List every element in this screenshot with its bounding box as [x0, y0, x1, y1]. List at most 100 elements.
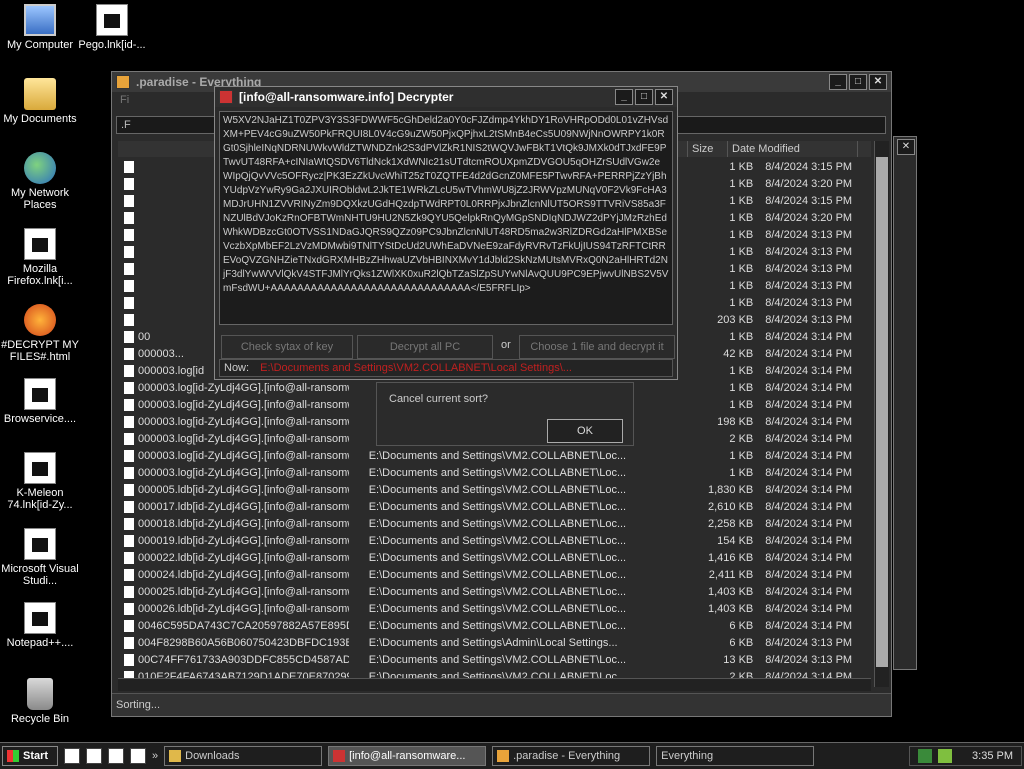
file-icon — [124, 347, 134, 360]
table-row[interactable]: 000025.ldb[id-ZyLdj4GG].[info@all-ransom… — [118, 583, 871, 600]
quick-launch-more-button[interactable]: » — [152, 750, 158, 762]
file-icon — [124, 398, 134, 411]
table-row[interactable]: 000005.ldb[id-ZyLdj4GG].[info@all-ransom… — [118, 481, 871, 498]
title-bar[interactable]: [info@all-ransomware.info] Decrypter _ □… — [215, 87, 677, 107]
file-size: 2,610 KB — [707, 500, 754, 513]
file-name: 00C74FF761733A903DDFC855CD4587ADDA... — [138, 653, 349, 666]
table-row[interactable]: 0046C595DA743C7CA20597882A57E895DF4... E:… — [118, 617, 871, 634]
task-paradise-everything[interactable]: .paradise - Everything — [492, 746, 651, 766]
file-size: 2,258 KB — [707, 517, 754, 530]
menu-file[interactable]: Fi — [120, 94, 129, 106]
maximize-button[interactable]: □ — [849, 74, 867, 90]
file-date: 8/4/2024 3:13 PM — [765, 262, 853, 275]
desktop-icon-recycle-bin[interactable]: Recycle Bin — [0, 678, 80, 725]
file-icon — [124, 211, 134, 224]
ok-button[interactable]: OK — [547, 419, 623, 443]
file-size: 1 KB — [729, 177, 754, 190]
task-everything[interactable]: Everything — [656, 746, 815, 766]
network-tray-icon[interactable] — [918, 749, 933, 763]
file-size: 6 KB — [729, 636, 754, 649]
table-row[interactable]: 000022.ldb[id-ZyLdj4GG].[info@all-ransom… — [118, 549, 871, 566]
decrypt-all-button[interactable]: Decrypt all PC — [357, 335, 493, 359]
file-size: 1 KB — [729, 398, 754, 411]
desktop-icon-network[interactable]: My Network Places — [0, 152, 80, 211]
close-button[interactable]: ✕ — [655, 89, 673, 105]
background-window[interactable]: ✕ — [893, 136, 917, 670]
recycle-bin-icon — [27, 678, 53, 710]
desktop-icon-browservice[interactable]: Browservice.... — [0, 378, 80, 425]
column-size[interactable]: Size — [688, 141, 728, 157]
desktop-icon-label: Mozilla Firefox.lnk[i... — [7, 263, 73, 287]
file-name: 000003.log[id-ZyLdj4GG].[info@all-ransom… — [138, 398, 349, 411]
start-button[interactable]: Start — [2, 746, 58, 766]
choose-file-button[interactable]: Choose 1 file and decrypt it — [519, 335, 675, 359]
scroll-thumb[interactable] — [876, 157, 888, 667]
decrypter-window[interactable]: [info@all-ransomware.info] Decrypter _ □… — [214, 86, 678, 380]
table-row[interactable]: 000026.ldb[id-ZyLdj4GG].[info@all-ransom… — [118, 600, 871, 617]
check-syntax-button[interactable]: Check sytax of key — [221, 335, 353, 359]
close-button[interactable]: ✕ — [869, 74, 887, 90]
desktop-icon-pego[interactable]: Pego.lnk[id-... — [72, 4, 152, 51]
task-label: [info@all-ransomware... — [349, 750, 466, 762]
file-path: E:\Documents and Settings\VM2.COLLABNET\… — [368, 551, 627, 564]
file-path: E:\Documents and Settings\VM2.COLLABNET\… — [368, 449, 627, 462]
table-row[interactable]: 000024.ldb[id-ZyLdj4GG].[info@all-ransom… — [118, 566, 871, 583]
table-row[interactable]: 000019.ldb[id-ZyLdj4GG].[info@all-ransom… — [118, 532, 871, 549]
file-date: 8/4/2024 3:13 PM — [765, 245, 853, 258]
horizontal-scrollbar[interactable] — [118, 678, 871, 691]
file-size: 6 KB — [729, 619, 754, 632]
windows-logo-icon — [7, 750, 19, 762]
app-icon — [116, 75, 130, 89]
table-row[interactable]: 000003.log[id-ZyLdj4GG].[info@all-ransom… — [118, 447, 871, 464]
file-date: 8/4/2024 3:14 PM — [765, 466, 853, 479]
file-name-cell: 000022.ldb[id-ZyLdj4GG].[info@all-ransom… — [118, 551, 349, 564]
vertical-scrollbar[interactable] — [874, 141, 889, 687]
desktop-icon-firefox-lnk[interactable]: Mozilla Firefox.lnk[i... — [0, 228, 80, 287]
cancel-sort-dialog[interactable]: Cancel current sort? OK — [376, 382, 634, 446]
file-date: 8/4/2024 3:14 PM — [765, 483, 853, 496]
desktop-icon-decrypt-note[interactable]: #DECRYPT MY FILES#.html — [0, 304, 80, 363]
desktop-icon-label: K-Meleon 74.lnk[id-Zy... — [7, 487, 73, 511]
quick-launch-icon[interactable] — [86, 748, 102, 764]
file-size: 2,411 KB — [708, 568, 754, 581]
file-path: E:\Documents and Settings\VM2.COLLABNET\… — [368, 568, 627, 581]
file-date: 8/4/2024 3:14 PM — [765, 500, 853, 513]
desktop-icon-notepadpp[interactable]: Notepad++.... — [0, 602, 80, 649]
table-row[interactable]: 000017.ldb[id-ZyLdj4GG].[info@all-ransom… — [118, 498, 871, 515]
file-name-cell: 000018.ldb[id-ZyLdj4GG].[info@all-ransom… — [118, 517, 349, 530]
desktop-icon-visual-studio[interactable]: Microsoft Visual Studi... — [0, 528, 80, 587]
file-icon — [124, 262, 134, 275]
key-textarea[interactable]: W5XV2NJaHZ1T0ZPV3Y3S3FDWWF5cGhDeld2a0Y0c… — [219, 111, 673, 325]
desktop-icon-my-computer[interactable]: My Computer — [0, 4, 80, 51]
file-size: 1 KB — [729, 211, 754, 224]
file-name: 000003.log[id-ZyLdj4GG].[info@all-ransom… — [138, 432, 349, 445]
table-row[interactable]: 000018.ldb[id-ZyLdj4GG].[info@all-ransom… — [118, 515, 871, 532]
file-date: 8/4/2024 3:14 PM — [765, 602, 853, 615]
quick-launch-icon[interactable] — [130, 748, 146, 764]
file-name-cell: 00C74FF761733A903DDFC855CD4587ADDA... — [118, 653, 349, 666]
tray-icon[interactable] — [938, 749, 953, 763]
computer-icon — [24, 4, 56, 36]
task-decrypter[interactable]: [info@all-ransomware... — [328, 746, 487, 766]
file-date: 8/4/2024 3:14 PM — [765, 364, 853, 377]
status-bar: Sorting... — [112, 693, 891, 716]
table-row[interactable]: 004F8298B60A56B060750423DBFDC193BE37... E… — [118, 634, 871, 651]
column-date-modified[interactable]: Date Modified — [728, 141, 858, 157]
table-row[interactable]: 00C74FF761733A903DDFC855CD4587ADDA... E:\… — [118, 651, 871, 668]
file-icon — [124, 245, 134, 258]
minimize-button[interactable]: _ — [615, 89, 633, 105]
task-downloads[interactable]: Downloads — [164, 746, 323, 766]
table-row[interactable]: 000003.log[id-ZyLdj4GG].[info@all-ransom… — [118, 464, 871, 481]
file-path: E:\Documents and Settings\VM2.COLLABNET\… — [368, 619, 627, 632]
close-button[interactable]: ✕ — [897, 139, 915, 155]
clock[interactable]: 3:35 PM — [972, 750, 1013, 762]
maximize-button[interactable]: □ — [635, 89, 653, 105]
file-path: E:\Documents and Settings\VM2.COLLABNET\… — [368, 466, 627, 479]
desktop-icon-my-documents[interactable]: My Documents — [0, 78, 80, 125]
quick-launch-icon[interactable] — [64, 748, 80, 764]
desktop-icon-k-meleon[interactable]: K-Meleon 74.lnk[id-Zy... — [0, 452, 80, 511]
file-icon — [24, 528, 56, 560]
minimize-button[interactable]: _ — [829, 74, 847, 90]
quick-launch-icon[interactable] — [108, 748, 124, 764]
file-date: 8/4/2024 3:14 PM — [765, 432, 853, 445]
